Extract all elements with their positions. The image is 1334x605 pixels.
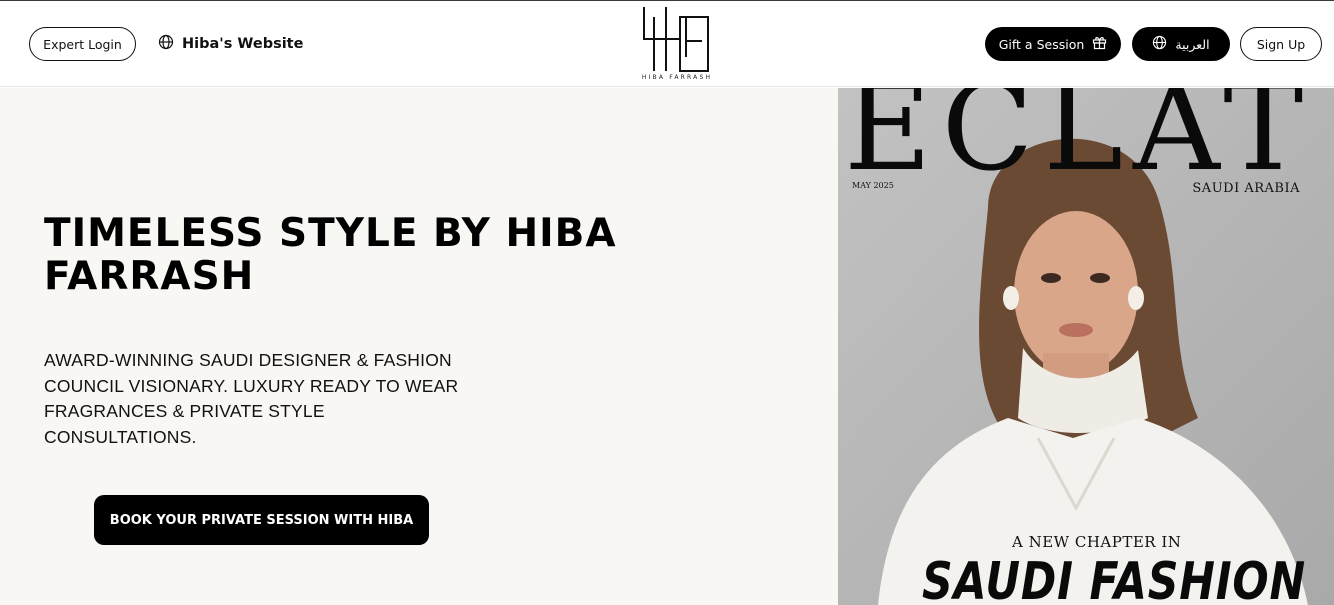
globe-icon: [1152, 35, 1167, 53]
site-header: Expert Login Hiba's Website HIBA FARRASH…: [0, 1, 1334, 87]
language-button[interactable]: العربية: [1132, 27, 1230, 61]
hero-subtitle: AWARD-WINNING SAUDI DESIGNER & FASHION C…: [44, 350, 459, 447]
expert-login-label: Expert Login: [43, 36, 122, 52]
logo-wordmark: HIBA FARRASH: [641, 74, 713, 81]
language-label: العربية: [1175, 36, 1210, 52]
book-session-label: BOOK YOUR PRIVATE SESSION WITH HIBA: [109, 512, 414, 528]
book-session-button[interactable]: BOOK YOUR PRIVATE SESSION WITH HIBA: [94, 495, 429, 545]
gift-session-label: Gift a Session: [998, 36, 1085, 52]
brand-logo[interactable]: HIBA FARRASH: [640, 5, 714, 85]
cover-date: MAY 2025: [852, 181, 894, 190]
sign-up-button[interactable]: Sign Up: [1240, 27, 1322, 61]
magazine-cover-image: ECLAT MAY 2025 SAUDI ARABIA A NEW CHAPTE…: [838, 88, 1334, 605]
website-link-label: Hiba's Website: [182, 36, 304, 52]
website-link[interactable]: Hiba's Website: [158, 32, 303, 56]
cover-region: SAUDI ARABIA: [1192, 181, 1300, 196]
sign-up-label: Sign Up: [1256, 36, 1306, 52]
logo-monogram-icon: [643, 7, 709, 72]
cover-tagline: A NEW CHAPTER IN: [1012, 533, 1182, 551]
gift-icon: [1092, 35, 1107, 53]
gift-session-button[interactable]: Gift a Session: [985, 27, 1121, 61]
expert-login-button[interactable]: Expert Login: [29, 27, 136, 61]
globe-icon: [158, 34, 174, 54]
hero-title: TIMELESS STYLE BY HIBA FARRASH: [44, 211, 617, 299]
cover-headline: SAUDI FASHION: [922, 552, 1307, 605]
